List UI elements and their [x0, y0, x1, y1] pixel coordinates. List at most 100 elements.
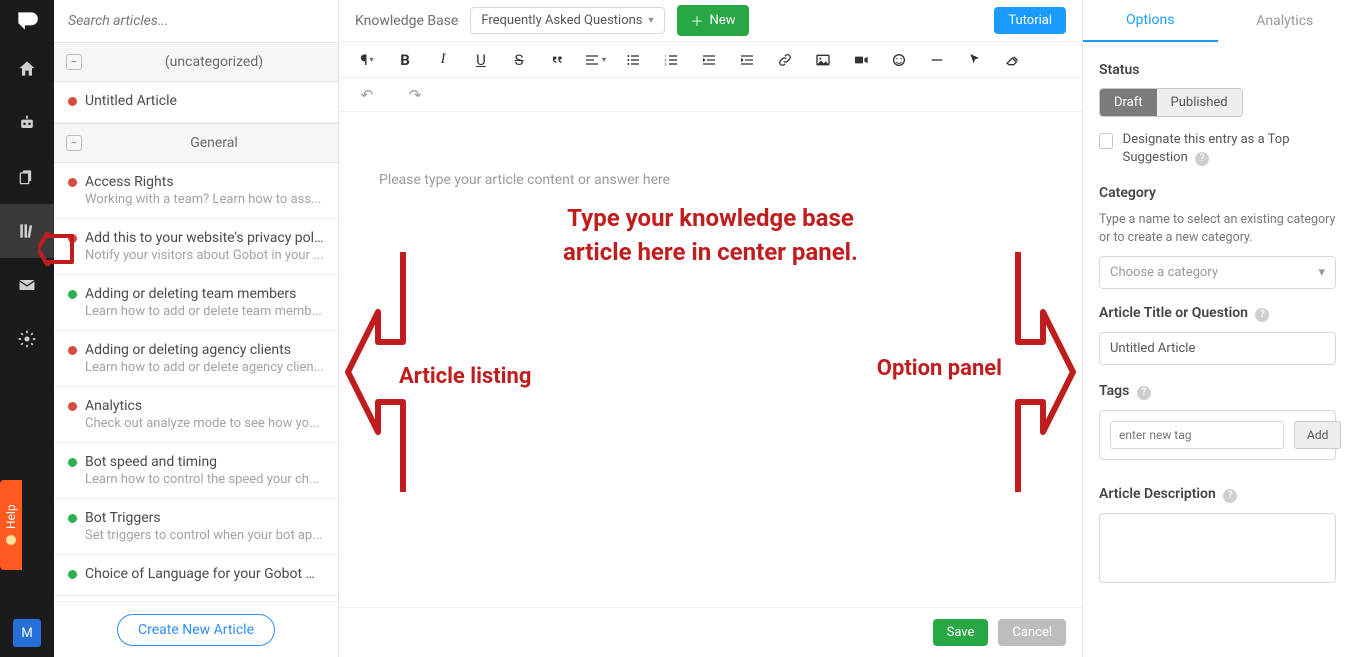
annotation-left-label: Article listing	[399, 364, 531, 389]
nav-home[interactable]	[0, 42, 54, 96]
status-label: Status	[1099, 62, 1336, 78]
top-suggestion-label: Designate this entry as a Top Suggestion…	[1123, 131, 1336, 167]
top-suggestion-checkbox[interactable]	[1099, 133, 1113, 149]
tb-link[interactable]	[767, 45, 803, 75]
tb-outdent[interactable]	[691, 45, 727, 75]
tb-emoji[interactable]	[881, 45, 917, 75]
tb-redo[interactable]: ↷	[397, 80, 433, 110]
nav-copy[interactable]	[0, 150, 54, 204]
save-button[interactable]: Save	[933, 619, 989, 646]
create-article-button[interactable]: Create New Article	[117, 614, 275, 646]
article-title: Adding or deleting agency clients	[85, 342, 291, 358]
article-title: Bot Triggers	[85, 510, 161, 526]
title-label: Article Title or Question ?	[1099, 305, 1336, 322]
tb-quote[interactable]	[539, 45, 575, 75]
nav-settings[interactable]	[0, 312, 54, 366]
nav-bot[interactable]	[0, 96, 54, 150]
tab-options[interactable]: Options	[1083, 0, 1218, 42]
article-item[interactable]: Adding or deleting agency clients Learn h…	[54, 331, 338, 387]
article-title: Analytics	[85, 398, 142, 414]
tb-clear[interactable]	[995, 45, 1031, 75]
article-subtitle: Learn how to control the speed your ch..…	[68, 472, 324, 487]
article-title-input[interactable]	[1099, 332, 1336, 365]
status-draft-button[interactable]: Draft	[1100, 89, 1157, 116]
article-title: Untitled Article	[85, 93, 177, 109]
annotation-arrow-left	[343, 242, 413, 502]
caret-down-icon: ▾	[1318, 265, 1325, 280]
nav-library[interactable]	[0, 204, 54, 258]
collapse-icon[interactable]: −	[66, 54, 82, 70]
nav-rail: Help M	[0, 0, 54, 657]
category-header[interactable]: − (uncategorized)	[54, 42, 338, 82]
tag-input[interactable]	[1110, 421, 1284, 449]
status-dot-icon	[68, 570, 77, 579]
annotation-right-label: Option panel	[877, 356, 1002, 381]
help-icon[interactable]: ?	[1223, 489, 1237, 503]
article-item[interactable]: Choice of Language for your Gobot Cha...	[54, 555, 338, 596]
category-hint: Type a name to select an existing catego…	[1099, 211, 1336, 246]
caret-down-icon: ▾	[649, 15, 654, 26]
category-label: Category	[1099, 185, 1336, 201]
nav-mail[interactable]	[0, 258, 54, 312]
kb-select[interactable]: Frequently Asked Questions ▾	[470, 7, 664, 34]
category-title: (uncategorized)	[102, 54, 326, 70]
tb-align[interactable]: ▾	[577, 45, 613, 75]
status-dot-icon	[68, 346, 77, 355]
user-avatar[interactable]: M	[13, 619, 41, 647]
category-title: General	[102, 135, 326, 151]
add-tag-button[interactable]: Add	[1294, 421, 1341, 449]
tb-indent[interactable]	[729, 45, 765, 75]
status-published-button[interactable]: Published	[1157, 89, 1242, 116]
tb-hr[interactable]	[919, 45, 955, 75]
help-tab[interactable]: Help	[0, 480, 22, 570]
collapse-icon[interactable]: −	[66, 135, 82, 151]
help-icon[interactable]: ?	[1255, 308, 1269, 322]
article-title: Add this to your website's privacy polic…	[85, 230, 324, 246]
article-list: − (uncategorized) Untitled Article − General…	[54, 42, 338, 601]
tb-ol[interactable]: 123	[653, 45, 689, 75]
tb-ul[interactable]	[615, 45, 651, 75]
article-item[interactable]: Add this to your website's privacy polic…	[54, 219, 338, 275]
editor-panel: Knowledge Base Frequently Asked Question…	[339, 0, 1082, 657]
help-icon[interactable]: ?	[1137, 386, 1151, 400]
help-dot-icon	[6, 535, 16, 545]
article-subtitle: Working with a team? Learn how to ass...	[68, 192, 324, 207]
tb-undo[interactable]: ↶	[349, 80, 385, 110]
article-sidebar: − (uncategorized) Untitled Article − General…	[54, 0, 339, 657]
article-item[interactable]: Bot speed and timingLearn how to control…	[54, 443, 338, 499]
search-input[interactable]	[68, 13, 324, 29]
tb-bold[interactable]: B	[387, 45, 423, 75]
article-item[interactable]: Adding or deleting team membersLearn how…	[54, 275, 338, 331]
new-button[interactable]: ＋New	[677, 5, 750, 36]
tags-label: Tags ?	[1099, 383, 1336, 400]
tutorial-button[interactable]: Tutorial	[994, 7, 1066, 34]
tab-analytics[interactable]: Analytics	[1218, 0, 1352, 42]
kb-select-value: Frequently Asked Questions	[481, 13, 642, 28]
article-title: Choice of Language for your Gobot Cha...	[85, 566, 324, 582]
tb-video[interactable]	[843, 45, 879, 75]
tb-underline[interactable]: U	[463, 45, 499, 75]
article-subtitle: Learn how to add or delete agency clien.…	[68, 360, 324, 375]
article-item[interactable]: Bot Triggers Set triggers to control when…	[54, 499, 338, 555]
description-textarea[interactable]	[1099, 513, 1336, 583]
tb-cursor[interactable]	[957, 45, 993, 75]
article-item[interactable]: Access Rights Working with a team? Learn …	[54, 163, 338, 219]
editor-area[interactable]: Please type your article content or answ…	[339, 112, 1082, 607]
article-title: Access Rights	[85, 174, 174, 190]
tb-paragraph[interactable]: ¶▾	[349, 45, 385, 75]
tb-italic[interactable]: I	[425, 45, 461, 75]
article-subtitle: Set triggers to control when your bot ap…	[68, 528, 324, 543]
tb-strike[interactable]: S	[501, 45, 537, 75]
article-item[interactable]: Untitled Article	[54, 82, 338, 123]
help-label: Help	[4, 505, 18, 530]
category-header[interactable]: − General	[54, 123, 338, 163]
article-item[interactable]: AnalyticsCheck out analyze mode to see h…	[54, 387, 338, 443]
status-dot-icon	[68, 178, 77, 187]
help-icon[interactable]: ?	[1195, 152, 1209, 166]
cancel-button[interactable]: Cancel	[998, 619, 1066, 646]
status-dot-icon	[68, 514, 77, 523]
status-dot-icon	[68, 458, 77, 467]
category-select[interactable]: Choose a category ▾	[1099, 256, 1336, 289]
status-dot-icon	[68, 290, 77, 299]
tb-image[interactable]	[805, 45, 841, 75]
